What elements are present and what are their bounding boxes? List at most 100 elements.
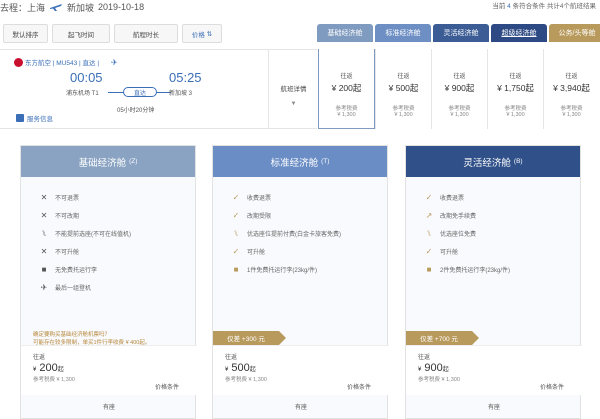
seat-icon: ⑊: [426, 229, 432, 238]
feature-text: 可升舱: [440, 250, 459, 256]
availability: 有座: [294, 405, 307, 411]
flight-detail-toggle[interactable]: 航班详情 ▼: [268, 49, 318, 129]
price-unit: 起: [57, 367, 64, 373]
price-label: 往返: [340, 74, 353, 80]
service-info-link[interactable]: 服务信息: [16, 113, 53, 123]
tab-super-economy[interactable]: 超级经济舱: [491, 24, 547, 42]
price-label: 往返: [33, 355, 46, 361]
card-price: ¥ 500起: [225, 362, 377, 374]
availability: 有座: [487, 405, 500, 411]
price-label: 往返: [418, 355, 431, 361]
availability: 有座: [102, 405, 115, 411]
sort-departure-button[interactable]: 起飞时间: [52, 24, 110, 43]
luggage-icon: ■: [41, 265, 47, 274]
check-icon: ✓: [232, 193, 240, 202]
sort-default-button[interactable]: 默认排序: [3, 24, 48, 43]
sort-price-label: 价格: [191, 31, 205, 39]
check-icon: ✓: [425, 247, 433, 256]
card-price-block[interactable]: 往返 ¥ 900起 参考税费 ¥ 1,300 价格条件: [406, 345, 582, 395]
currency: ¥: [225, 367, 229, 373]
luggage-icon: ■: [426, 265, 432, 274]
price-business[interactable]: 往返 ¥ 3,940起 参考税费 ¥ 1,300: [543, 49, 600, 129]
feature-item: ■ 2件免费托运行李(23kg/件): [424, 265, 510, 274]
fare-card-flex: 灵活经济舱 (B) ✓ 收费退票 ↗ 改期免手续费 ⑊ 优选座位免费 ✓ 可升舱 ■ 2件免…: [405, 145, 582, 419]
feature-text: 1件免费托运行李(23kg/件): [247, 268, 318, 274]
summary-count: 4: [507, 3, 511, 10]
currency: ¥: [418, 367, 422, 373]
flight-detail-label: 航班详情: [280, 86, 307, 93]
price-number: 500: [231, 362, 250, 374]
route-date: 2019-10-18: [98, 2, 145, 12]
feature-text: 改期免手续费: [440, 214, 477, 220]
price-unit: 起: [249, 367, 256, 373]
feature-item: ⑊ 优选座位免费: [424, 229, 476, 238]
card-header: 标准经济舱 (T): [213, 146, 387, 177]
tab-business-first[interactable]: 公务/头等舱: [549, 24, 600, 42]
flight-duration: 05小时20分钟: [117, 108, 155, 114]
feature-item: ⑊ 优选座位提前付费(白金卡旅客免费): [231, 229, 341, 238]
feature-text: 不能提前选座(不可在线值机): [55, 232, 131, 238]
tax-label: 参考税费: [335, 106, 358, 112]
sort-arrow-icon: ⇅: [206, 30, 213, 38]
price-conditions-link[interactable]: 价格条件: [347, 382, 371, 391]
feature-text: 不可升舱: [55, 250, 80, 256]
route-header: 去程：上海 新加坡 2019-10-18: [0, 0, 144, 14]
arrival-time: 05:25: [169, 70, 202, 85]
feature-item: ✓ 可升舱: [424, 247, 458, 256]
feature-item: ✓ 改期受限: [231, 211, 271, 220]
card-price-block[interactable]: 往返 ¥ 200起 参考税费 ¥ 1,300 价格条件: [21, 345, 197, 395]
airline-logo: [14, 58, 23, 67]
feature-item: ■ 1件免费托运行李(23kg/件): [231, 265, 317, 274]
price-number: 900: [424, 362, 443, 374]
free-change-icon: ↗: [425, 211, 433, 220]
feature-text: 收费退票: [440, 196, 465, 202]
tab-basic-economy[interactable]: 基础经济舱: [317, 24, 373, 42]
sort-price-button[interactable]: 价格 ⇅: [182, 24, 222, 43]
tax-label: 参考税费: [504, 106, 527, 112]
tab-flex-economy[interactable]: 灵活经济舱: [433, 24, 489, 42]
price-conditions-link[interactable]: 价格条件: [155, 382, 179, 391]
service-label: 服务信息: [27, 116, 53, 123]
feature-text: 2件免费托运行李(23kg/件): [440, 268, 511, 274]
tab-standard-economy[interactable]: 标准经济舱: [375, 24, 431, 42]
feature-text: 优选座位提前付费(白金卡旅客免费): [247, 232, 341, 238]
direct-badge: 直达: [123, 87, 157, 97]
card-header: 基础经济舱 (Z): [21, 146, 195, 177]
price-standard[interactable]: 往返 ¥ 500起 参考税费 ¥ 1,300: [375, 49, 432, 129]
feature-item: ✕ 不可升舱: [39, 247, 79, 256]
tax-label: 参考税费: [392, 106, 415, 112]
no-seat-icon: ⑊: [41, 229, 47, 238]
card-price: ¥ 200起: [33, 362, 185, 374]
card-title: 灵活经济舱: [463, 157, 511, 169]
check-icon: ✓: [232, 211, 240, 220]
feature-item: ■ 无免费托运行李: [39, 265, 97, 274]
feature-item: ✓ 收费退票: [424, 193, 464, 202]
result-summary: 当前 4 条符合条件 共计4个航班结果: [492, 0, 596, 10]
price-label: 往返: [509, 74, 522, 80]
departure-time: 00:05: [70, 70, 103, 85]
arrival-airport: 新加坡 3: [169, 91, 193, 97]
service-icon: [16, 114, 24, 122]
price-flex[interactable]: 往返 ¥ 900起 参考税费 ¥ 1,300: [431, 49, 488, 129]
feature-text: 不可退票: [55, 196, 80, 202]
route-destination: 新加坡: [67, 2, 95, 13]
tax-value: ¥ 1,300: [506, 112, 525, 118]
price-super[interactable]: 往返 ¥ 1,750起 参考税费 ¥ 1,300: [487, 49, 544, 129]
feature-item: ✓ 可升舱: [231, 247, 265, 256]
price-basic[interactable]: 往返 ¥ 200起 参考税费 ¥ 1,300: [318, 49, 375, 129]
price-conditions-link[interactable]: 价格条件: [540, 382, 564, 391]
tax-label: 参考税费: [560, 106, 583, 112]
feature-item: ✓ 收费退票: [231, 193, 271, 202]
fare-cards: 基础经济舱 (Z) ✕ 不可退票 ✕ 不可改期 ⑊ 不能提前选座(不可在线值机) ✕ 不可…: [20, 145, 592, 419]
fare-card-basic: 基础经济舱 (Z) ✕ 不可退票 ✕ 不可改期 ⑊ 不能提前选座(不可在线值机) ✕ 不可…: [20, 145, 197, 419]
card-title: 标准经济舱: [270, 157, 319, 169]
price-label: 往返: [397, 74, 410, 80]
price-value: ¥ 500起: [388, 83, 419, 93]
route-origin: 去程：上海: [0, 2, 46, 13]
chevron-down-icon: ▼: [290, 101, 297, 107]
sort-duration-button[interactable]: 航程时长: [114, 24, 178, 43]
tax-value: ¥ 1,300: [562, 112, 581, 118]
codeshare-icon: ✈: [111, 58, 118, 67]
card-price-block[interactable]: 往返 ¥ 500起 参考税费 ¥ 1,300 价格条件: [213, 345, 389, 395]
card-title: 基础经济舱: [78, 157, 127, 169]
